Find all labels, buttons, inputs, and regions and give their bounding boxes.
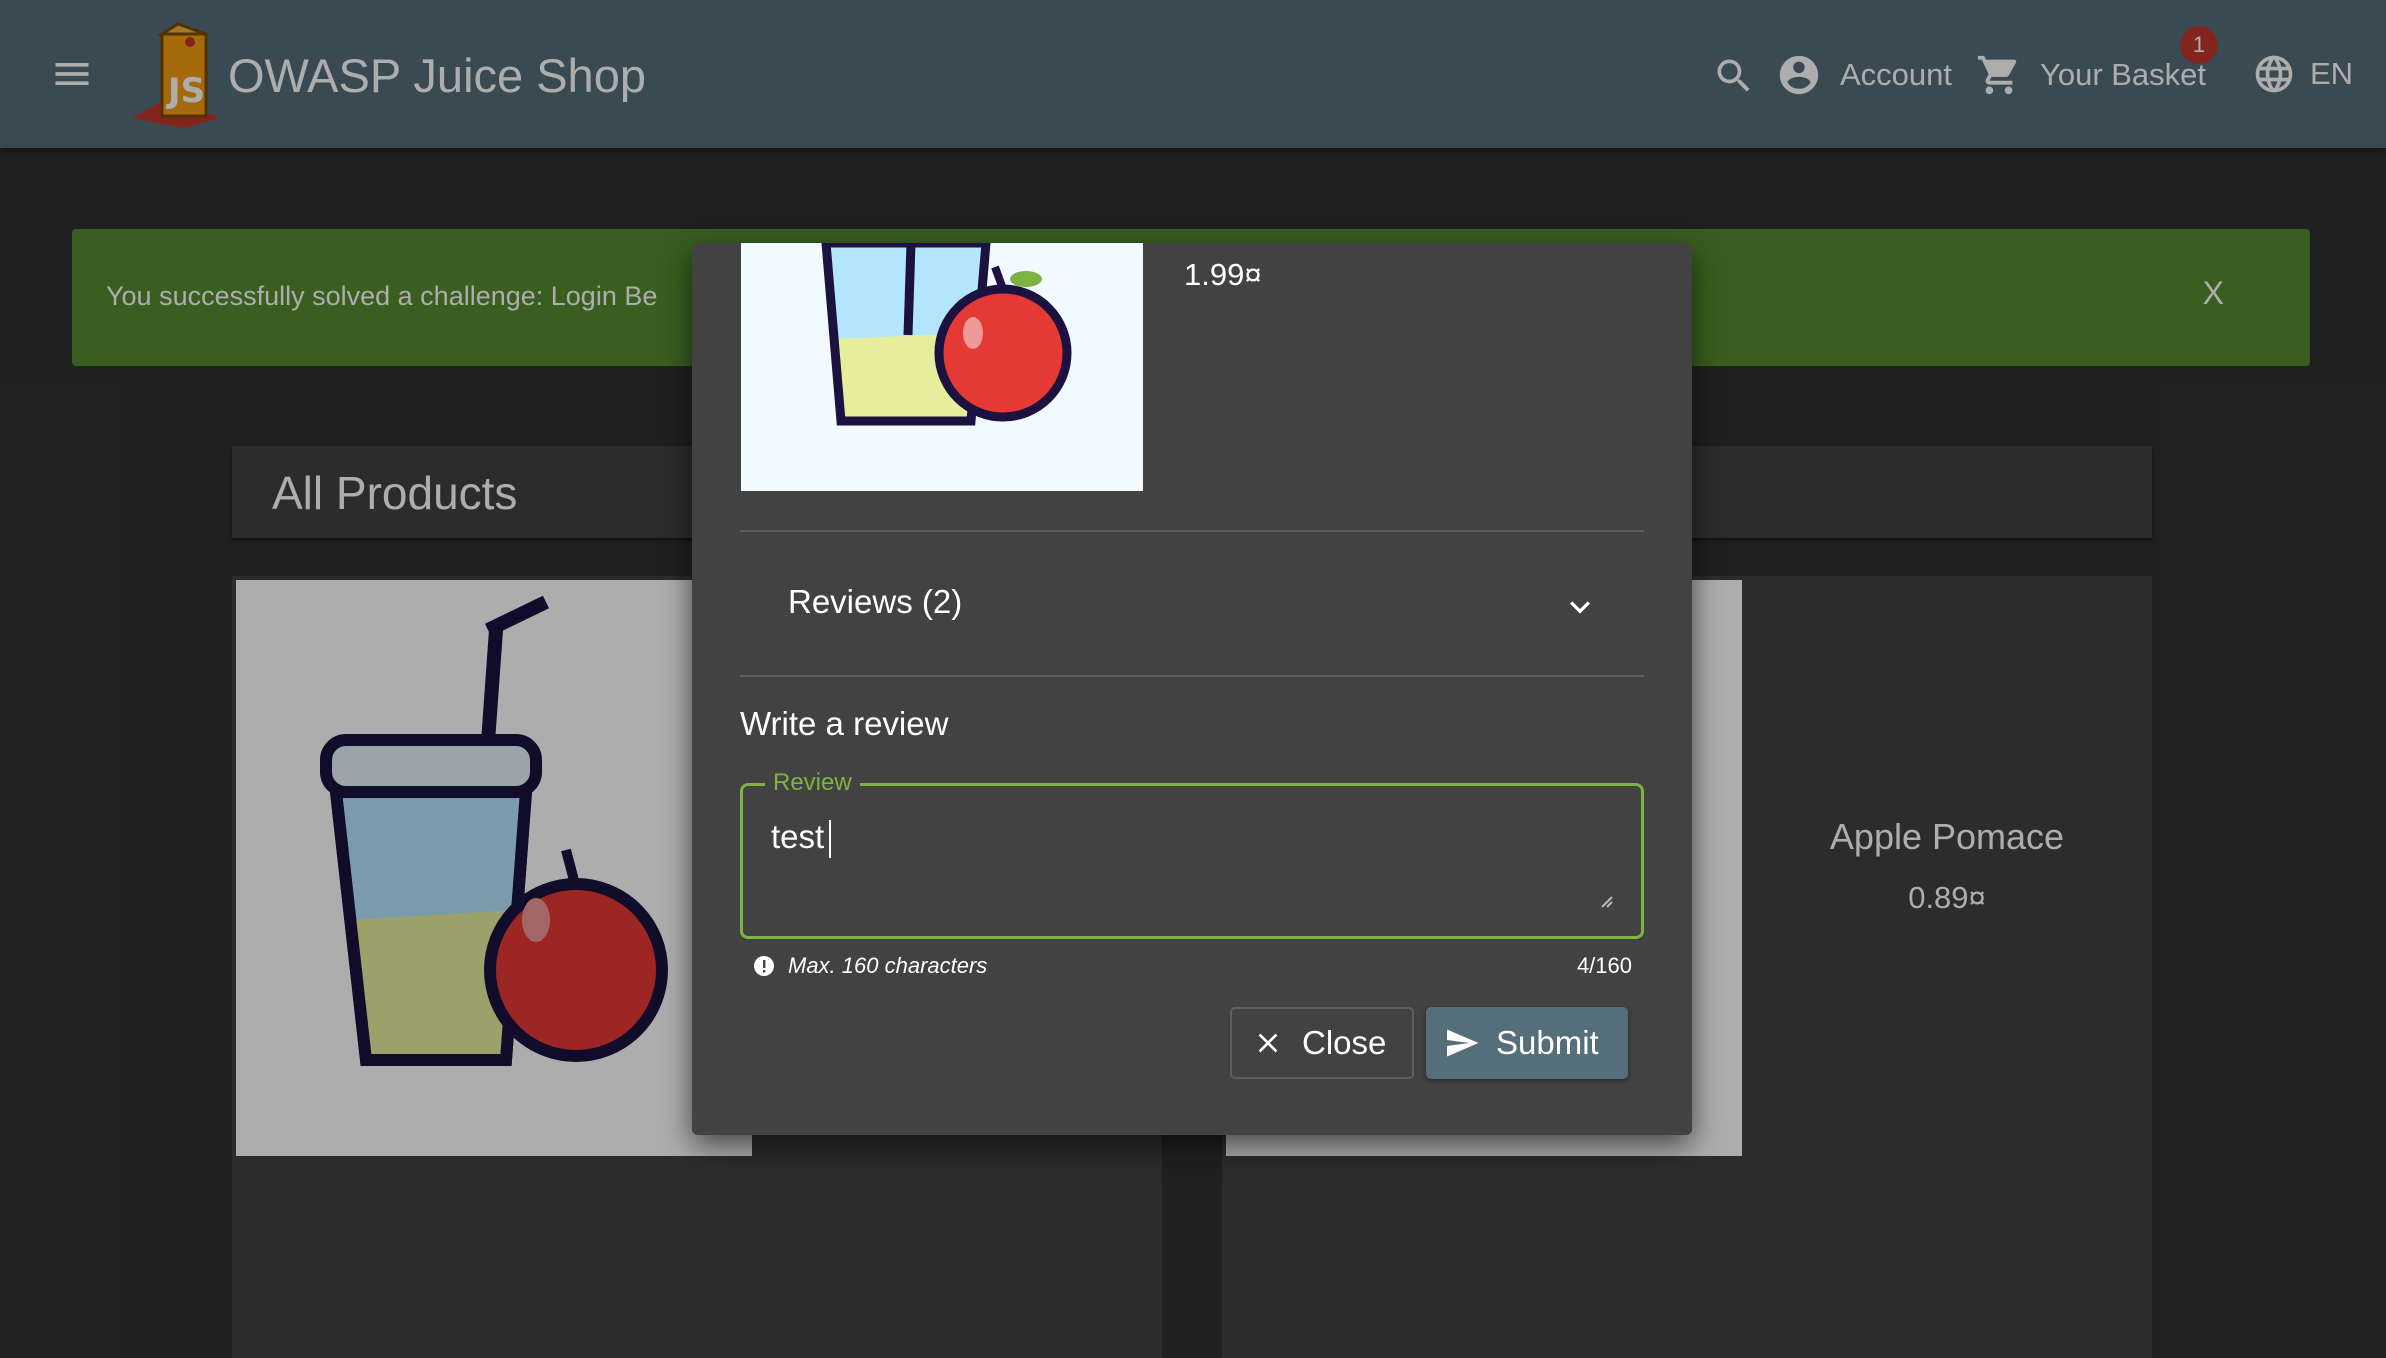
submit-button[interactable]: Submit xyxy=(1426,1007,1628,1079)
review-hint: Max. 160 characters xyxy=(752,953,987,979)
reviews-expansion-header[interactable]: Reviews (2) xyxy=(740,533,1644,675)
send-icon xyxy=(1447,1029,1479,1057)
divider xyxy=(740,530,1644,532)
submit-button-label: Submit xyxy=(1496,1024,1599,1061)
close-button-label: Close xyxy=(1302,1024,1387,1061)
divider xyxy=(740,675,1644,677)
resize-handle-icon[interactable] xyxy=(1597,892,1613,908)
info-icon xyxy=(754,956,774,976)
dialog-product-image xyxy=(741,243,1143,491)
write-review-title: Write a review xyxy=(740,705,949,742)
chevron-down-icon xyxy=(1570,601,1590,614)
review-textarea[interactable]: Review test xyxy=(740,769,1644,939)
review-field-label: Review xyxy=(765,769,860,797)
close-button[interactable]: Close xyxy=(1230,1007,1414,1079)
reviews-label: Reviews (2) xyxy=(788,583,963,620)
dialog-product-price: 1.99¤ xyxy=(1184,257,1262,292)
review-input-value[interactable]: test xyxy=(771,818,824,856)
hint-text: Max. 160 characters xyxy=(788,953,988,978)
close-icon xyxy=(1258,1033,1278,1053)
char-counter: 4/160 xyxy=(1576,953,1632,978)
product-details-dialog: 1.99¤ Reviews (2) Write a review Review … xyxy=(692,243,1692,1135)
text-cursor xyxy=(829,820,831,858)
